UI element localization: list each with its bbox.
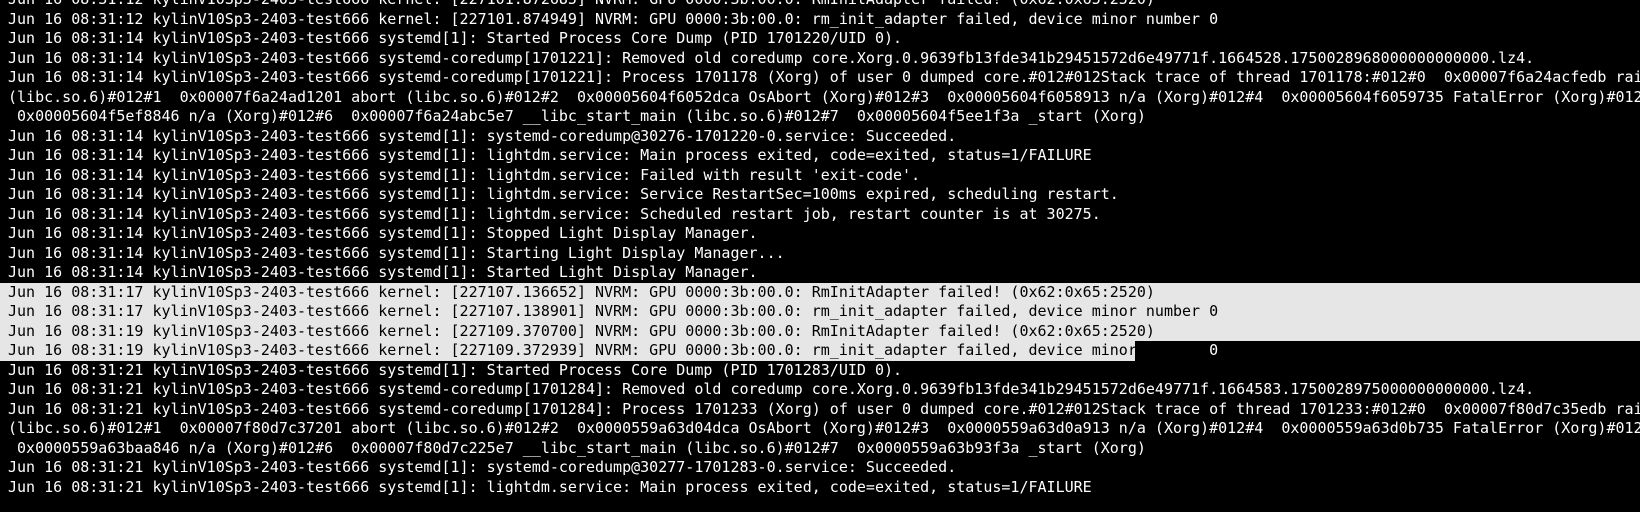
- log-line[interactable]: (libc.so.6)#012#1 0x00007f6a24ad1201 abo…: [0, 88, 1640, 108]
- selected-log-line[interactable]: Jun 16 08:31:17 kylinV10Sp3-2403-test666…: [0, 282, 1640, 302]
- log-line[interactable]: Jun 16 08:31:14 kylinV10Sp3-2403-test666…: [0, 205, 1640, 225]
- log-line[interactable]: Jun 16 08:31:14 kylinV10Sp3-2403-test666…: [0, 127, 1640, 147]
- log-line[interactable]: Jun 16 08:31:14 kylinV10Sp3-2403-test666…: [0, 146, 1640, 166]
- log-line[interactable]: Jun 16 08:31:14 kylinV10Sp3-2403-test666…: [0, 224, 1640, 244]
- log-line[interactable]: Jun 16 08:31:12 kylinV10Sp3-2403-test666…: [0, 0, 1640, 10]
- log-line[interactable]: Jun 16 08:31:14 kylinV10Sp3-2403-test666…: [0, 263, 1640, 283]
- selected-log-line[interactable]: Jun 16 08:31:17 kylinV10Sp3-2403-test666…: [0, 302, 1640, 322]
- log-line[interactable]: Jun 16 08:31:12 kylinV10Sp3-2403-test666…: [0, 10, 1640, 30]
- selected-log-line[interactable]: Jun 16 08:31:19 kylinV10Sp3-2403-test666…: [0, 321, 1640, 341]
- log-line[interactable]: Jun 16 08:31:14 kylinV10Sp3-2403-test666…: [0, 185, 1640, 205]
- selected-log-line[interactable]: Jun 16 08:31:19 kylinV10Sp3-2403-test666…: [0, 341, 1640, 361]
- selected-text: Jun 16 08:31:19 kylinV10Sp3-2403-test666…: [8, 341, 1201, 359]
- log-line[interactable]: Jun 16 08:31:21 kylinV10Sp3-2403-test666…: [0, 361, 1640, 381]
- log-line[interactable]: Jun 16 08:31:21 kylinV10Sp3-2403-test666…: [0, 458, 1640, 478]
- terminal-window[interactable]: Jun 16 08:31:12 kylinV10Sp3-2403-test666…: [0, 0, 1640, 512]
- log-line[interactable]: 0x00005604f5ef8846 n/a (Xorg)#012#6 0x00…: [0, 107, 1640, 127]
- log-line[interactable]: Jun 16 08:31:14 kylinV10Sp3-2403-test666…: [0, 244, 1640, 264]
- log-output[interactable]: Jun 16 08:31:12 kylinV10Sp3-2403-test666…: [0, 0, 1640, 497]
- log-line[interactable]: Jun 16 08:31:14 kylinV10Sp3-2403-test666…: [0, 49, 1640, 69]
- log-line[interactable]: Jun 16 08:31:14 kylinV10Sp3-2403-test666…: [0, 166, 1640, 186]
- unselected-text: 0: [1200, 341, 1219, 359]
- log-line[interactable]: 0x0000559a63baa846 n/a (Xorg)#012#6 0x00…: [0, 439, 1640, 459]
- log-line[interactable]: (libc.so.6)#012#1 0x00007f80d7c37201 abo…: [0, 419, 1640, 439]
- log-line[interactable]: Jun 16 08:31:21 kylinV10Sp3-2403-test666…: [0, 478, 1640, 498]
- log-line[interactable]: Jun 16 08:31:14 kylinV10Sp3-2403-test666…: [0, 29, 1640, 49]
- log-line[interactable]: Jun 16 08:31:14 kylinV10Sp3-2403-test666…: [0, 68, 1640, 88]
- log-line[interactable]: Jun 16 08:31:21 kylinV10Sp3-2403-test666…: [0, 380, 1640, 400]
- log-line[interactable]: Jun 16 08:31:21 kylinV10Sp3-2403-test666…: [0, 400, 1640, 420]
